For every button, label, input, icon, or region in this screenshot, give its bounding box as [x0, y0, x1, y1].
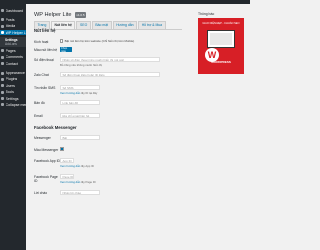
promo-sidebar: Thông báo GIAO DIỆN ĐẸP - CHUẨN SEO W WO…	[198, 12, 244, 74]
page-title: WP Helper Lite	[34, 12, 72, 18]
user-icon	[1, 84, 4, 88]
tab-seo[interactable]: SEO	[76, 21, 91, 29]
row-label: Lời chào	[34, 191, 48, 195]
messenger-color-swatch[interactable]	[60, 147, 64, 151]
fb-app-guide-link[interactable]: Xem hướng dẫn	[60, 164, 80, 168]
sidebar-item-settings[interactable]: Settings	[0, 96, 26, 101]
sidebar-item-users[interactable]: Users	[0, 83, 26, 88]
sidebar-item-contact[interactable]: Contact	[0, 61, 26, 66]
sidebar-item-tools[interactable]: Tools	[0, 90, 26, 95]
row-fb-color: Màu Messenger	[34, 147, 182, 152]
fb-page-id-input[interactable]: Page ID	[60, 174, 74, 179]
fb-page-guide-link[interactable]: Xem hướng dẫn	[60, 180, 80, 184]
fb-app-desc: lấy App ID	[81, 163, 94, 168]
main-content: WP Helper Lite v1.0.5 Trang Nút liên hệ …	[26, 4, 250, 250]
enable-checkbox-label: Bật nút liên hệ trên website (Chỉ hiển t…	[64, 39, 135, 43]
row-fb-greeting: Lời chào Nhập lời chào	[34, 190, 182, 195]
section-title-messenger: Facebook Messenger	[34, 125, 77, 130]
row-label: Số điện thoại	[34, 58, 54, 62]
page-icon	[1, 49, 4, 53]
row-sms: Tin nhắn SMS Số SMS Xem hướng dẫn lấy ID …	[34, 85, 182, 95]
sidebar-item-plugins[interactable]: Plugins	[0, 77, 26, 82]
row-label: Email	[34, 114, 43, 118]
color-picker-button[interactable]: Chọn màu	[60, 46, 72, 53]
row-label: Zalo Chat	[34, 73, 49, 77]
sidebar-item-appearance[interactable]: Appearance	[0, 71, 26, 76]
section-title-contact: Nút liên hệ	[34, 28, 56, 33]
promo-heading: WORDPRESS	[211, 60, 231, 64]
row-enable: Kích hoạt Bật nút liên hệ trên website (…	[34, 39, 182, 44]
fb-app-id-input[interactable]: App ID	[60, 158, 74, 163]
collapse-icon	[1, 103, 4, 107]
row-fb-app: Facebook App ID App ID Xem hướng dẫn lấy …	[34, 158, 182, 168]
row-label: Kích hoạt	[34, 40, 49, 44]
row-label: Màu Messenger	[34, 148, 59, 152]
version-badge: v1.0.5	[74, 12, 87, 18]
row-fb-page: Facebook Page ID Page ID Xem hướng dẫn lấ…	[34, 174, 182, 184]
laptop-illustration	[207, 30, 235, 48]
tab-guide[interactable]: Hướng dẫn	[112, 21, 138, 29]
zalo-input[interactable]: Số điện thoại Zalo hoặc ID Zalo	[60, 72, 160, 77]
fb-page-desc: lấy Page ID	[81, 179, 96, 184]
promo-title: Thông báo	[198, 12, 215, 16]
promo-banner[interactable]: GIAO DIỆN ĐẸP - CHUẨN SEO W WORDPRESS	[198, 18, 244, 74]
sidebar-item-media[interactable]: Media	[0, 24, 26, 29]
wrench-icon	[1, 90, 4, 94]
admin-sidebar: Dashboard Posts Media WP Helper Lite Set…	[0, 4, 26, 250]
row-phone: Số điện thoại Nhập số điện thoại (nếu mu…	[34, 57, 182, 67]
map-input[interactable]: Link bản đồ	[60, 100, 100, 105]
row-label: Bản đồ	[34, 101, 45, 105]
sidebar-item-dashboard[interactable]: Dashboard	[0, 8, 26, 13]
row-label: Tin nhắn SMS	[34, 86, 56, 90]
row-label: Messenger	[34, 136, 51, 140]
media-icon	[1, 24, 4, 28]
row-color: Màu nút liên hệ Chọn màu	[34, 46, 182, 53]
row-email: Email Địa chỉ email liên hệ	[34, 113, 182, 118]
settings-tabs: Trang Nút liên hệ SEO Bảo mật Hướng dẫn …	[34, 21, 182, 30]
row-map: Bản đồ Link bản đồ	[34, 100, 182, 105]
dashboard-icon	[1, 9, 4, 12]
pin-icon	[1, 18, 4, 22]
submenu-item-addons[interactable]: Add-ons	[5, 42, 26, 46]
row-label: Màu nút liên hệ	[34, 48, 58, 52]
tab-security[interactable]: Bảo mật	[91, 21, 112, 29]
sms-desc: lấy ID tại đây	[81, 90, 98, 95]
sidebar-submenu: Settings Add-ons	[0, 36, 26, 47]
greeting-input[interactable]: Nhập lời chào	[60, 190, 100, 195]
plugin-icon	[1, 31, 4, 35]
sms-input[interactable]: Số SMS	[60, 85, 100, 90]
promo-tagline: GIAO DIỆN ĐẸP - CHUẨN SEO	[202, 22, 240, 25]
mail-icon	[1, 62, 4, 66]
page-header: WP Helper Lite v1.0.5	[34, 12, 87, 18]
sidebar-item-posts[interactable]: Posts	[0, 17, 26, 22]
row-fb-enable: Messenger Bật	[34, 135, 182, 140]
sidebar-item-pages[interactable]: Pages	[0, 48, 26, 53]
color-picker-label: Chọn màu	[61, 46, 68, 53]
messenger-select[interactable]: Bật	[60, 135, 100, 140]
enable-checkbox[interactable]	[60, 39, 64, 43]
phone-input[interactable]: Nhập số điện thoại (nếu muốn hiển thị nú…	[60, 57, 160, 62]
row-zalo: Zalo Chat Số điện thoại Zalo hoặc ID Zal…	[34, 72, 182, 77]
tab-support[interactable]: Hỗ trợ & Mua	[138, 21, 166, 29]
row-label: Facebook App ID	[34, 159, 61, 163]
sidebar-item-comments[interactable]: Comments	[0, 55, 26, 60]
brush-icon	[1, 71, 4, 75]
plug-icon	[1, 77, 4, 81]
comment-icon	[1, 55, 4, 59]
email-input[interactable]: Địa chỉ email liên hệ	[60, 113, 100, 118]
settings-icon	[1, 97, 4, 101]
row-label: Facebook Page ID	[34, 175, 58, 183]
sms-guide-link[interactable]: Xem hướng dẫn	[60, 91, 80, 95]
sidebar-item-wp-helper[interactable]: WP Helper Lite	[0, 30, 26, 36]
phone-desc: Bỏ trống nếu không muốn hiển thị	[60, 62, 102, 67]
sidebar-collapse[interactable]: Collapse menu	[0, 102, 26, 107]
